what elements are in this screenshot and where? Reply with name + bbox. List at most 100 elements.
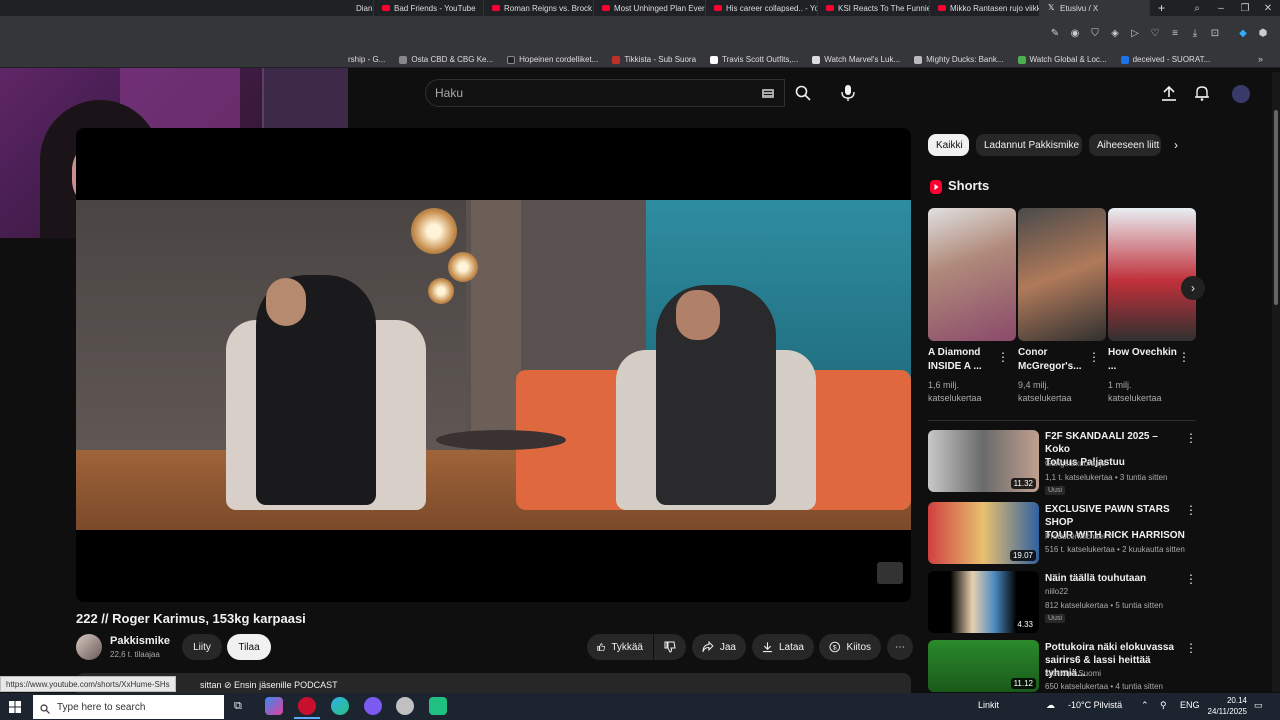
related-thumbnail[interactable]: 4.33 [928, 571, 1039, 633]
discord-icon[interactable] [364, 697, 382, 715]
list-icon[interactable]: ≡ [1169, 27, 1181, 39]
links-toolbar[interactable]: Linkit [978, 700, 999, 710]
chip-uploaded-by[interactable]: Ladannut Pakkismike [976, 134, 1082, 156]
bookmark-item[interactable]: Watch Marvel's Luk... [812, 55, 900, 64]
avatar[interactable] [1232, 85, 1250, 103]
browser-logo-icon[interactable]: ◆ [1237, 27, 1249, 39]
related-thumbnail[interactable]: 19.07 [928, 502, 1039, 564]
bookmark-item[interactable]: rship - G... [348, 55, 385, 64]
edge-icon[interactable] [331, 697, 349, 715]
bookmark-item[interactable]: Mighty Ducks: Bank... [914, 55, 1004, 64]
task-view-icon[interactable]: ⧉ [234, 700, 242, 713]
menu-icon[interactable]: ⬢ [1257, 27, 1269, 39]
maximize-icon[interactable]: ❐ [1233, 0, 1257, 16]
search-icon[interactable] [793, 83, 813, 103]
more-vertical-icon[interactable]: ⋮ [1088, 350, 1100, 364]
youtube-icon [938, 5, 946, 11]
bookmark-item[interactable]: Watch Global & Loc... [1017, 55, 1107, 64]
microphone-icon[interactable] [838, 83, 858, 103]
join-button[interactable]: Liity [182, 634, 222, 660]
more-actions-button[interactable]: ⋯ [887, 634, 913, 660]
more-vertical-icon[interactable]: ⋮ [997, 350, 1009, 364]
app-icon[interactable] [396, 697, 414, 715]
windows-start-icon[interactable] [9, 700, 21, 718]
bookmark-item[interactable]: Tikkista - Sub Suora [612, 55, 696, 64]
network-icon[interactable]: ⚲ [1160, 700, 1167, 711]
more-vertical-icon[interactable]: ⋮ [1185, 572, 1197, 586]
close-icon[interactable]: ✕ [1256, 0, 1280, 16]
site-icon [710, 55, 719, 64]
language-indicator[interactable]: ENG [1180, 700, 1200, 710]
play-icon[interactable]: ▷ [1129, 27, 1141, 39]
short-thumbnail[interactable] [928, 208, 1016, 341]
shield-icon[interactable]: ⛉ [1089, 27, 1101, 39]
notifications-bell-icon[interactable] [1192, 83, 1212, 103]
chip-related[interactable]: Aiheeseen liitt [1089, 134, 1161, 156]
scrollbar-thumb[interactable] [1274, 110, 1278, 305]
tab-4[interactable]: His career collapsed.. - Yo [706, 0, 818, 16]
weather-text[interactable]: -10°C Pilvistä [1068, 700, 1122, 710]
channel-name[interactable]: Pakkismike [110, 635, 170, 647]
more-vertical-icon[interactable]: ⋮ [1185, 431, 1197, 445]
related-thumbnail[interactable]: 11.12 [928, 640, 1039, 692]
short-title[interactable]: A Diamond INSIDE A ... [928, 346, 998, 374]
short-thumbnail[interactable] [1108, 208, 1196, 341]
related-channel[interactable]: Gangstakuoraaja [1045, 459, 1106, 468]
bookmark-item[interactable]: Travis Scott Outfits,... [710, 55, 798, 64]
download-icon[interactable]: ⤓ [1189, 27, 1201, 39]
new-tab-button[interactable]: + [1150, 0, 1176, 16]
tab-2[interactable]: Roman Reigns vs. Brock L [484, 0, 594, 16]
shorts-next-button[interactable]: › [1181, 276, 1205, 300]
more-vertical-icon[interactable]: ⋮ [1185, 503, 1197, 517]
upload-icon[interactable] [1159, 83, 1179, 103]
chevron-up-icon[interactable]: ⌃ [1141, 700, 1149, 711]
tab-5[interactable]: KSI Reacts To The Funnies [818, 0, 930, 16]
copilot-icon[interactable] [265, 697, 283, 715]
clock[interactable]: 20.14 24/11/2025 [1201, 695, 1247, 717]
tab-1[interactable]: Bad Friends - YouTube [374, 0, 484, 16]
more-vertical-icon[interactable]: ⋮ [1178, 350, 1190, 364]
chevron-right-icon[interactable]: › [1174, 138, 1178, 152]
thanks-button[interactable]: $ Kiitos [819, 634, 881, 660]
notifications-icon[interactable]: ▭ [1254, 700, 1263, 711]
channel-avatar[interactable] [76, 634, 102, 660]
bookmark-item[interactable]: deceived - SUORAT... [1120, 55, 1210, 64]
minimize-icon[interactable]: – [1209, 0, 1233, 16]
more-vertical-icon[interactable]: ⋮ [1185, 641, 1197, 655]
related-title[interactable]: Näin täällä touhutaan [1045, 572, 1185, 585]
like-button[interactable]: Tykkää [587, 634, 653, 660]
related-channel[interactable]: Kickklipit Suomi [1045, 669, 1101, 678]
channel-watermark-icon[interactable] [877, 562, 903, 584]
tab-0[interactable]: Dian [348, 0, 374, 16]
heart-icon[interactable]: ♡ [1149, 27, 1161, 39]
lock-icon[interactable]: ⊡ [1209, 27, 1221, 39]
bookmark-item[interactable]: Hopeinen cordelliket... [507, 55, 598, 64]
related-channel[interactable]: ProducerMichael ✓ [1045, 532, 1114, 541]
related-channel[interactable]: niilo22 [1045, 587, 1068, 596]
app-icon[interactable] [429, 697, 447, 715]
video-player[interactable] [76, 128, 911, 602]
camera-icon[interactable]: ◉ [1069, 27, 1081, 39]
share-button[interactable]: Jaa [692, 634, 746, 660]
taskbar-search[interactable]: Type here to search [33, 695, 224, 719]
description-box[interactable]: sittan ⊘ Ensin jäsenille PODCAST [76, 673, 911, 693]
short-title[interactable]: Conor McGregor's... [1018, 346, 1088, 374]
dislike-button[interactable] [654, 634, 686, 660]
tab-6[interactable]: Mikko Rantasen rujo viikk [930, 0, 1040, 16]
related-thumbnail[interactable]: 11.32 [928, 430, 1039, 492]
tab-7[interactable]: 𝕏 Etusivu / X [1040, 0, 1150, 16]
bookmarks-overflow-icon[interactable]: » [1258, 54, 1263, 64]
keyboard-icon[interactable] [758, 83, 778, 103]
tab-3[interactable]: Most Unhinged Plan Ever [594, 0, 706, 16]
subscribe-button[interactable]: Tilaa [227, 634, 271, 660]
short-title[interactable]: How Ovechkin ... [1108, 346, 1178, 374]
edit-icon[interactable]: ✎ [1049, 27, 1061, 39]
short-thumbnail[interactable] [1018, 208, 1106, 341]
search-input[interactable] [435, 86, 735, 100]
extension-icon[interactable]: ◈ [1109, 27, 1121, 39]
opera-icon[interactable] [298, 697, 316, 715]
bookmark-item[interactable]: Osta CBD & CBG Ke... [399, 55, 493, 64]
download-button[interactable]: Lataa [752, 634, 814, 660]
search-tabs-icon[interactable]: ⌕ [1185, 0, 1209, 16]
chip-all[interactable]: Kaikki [928, 134, 969, 156]
